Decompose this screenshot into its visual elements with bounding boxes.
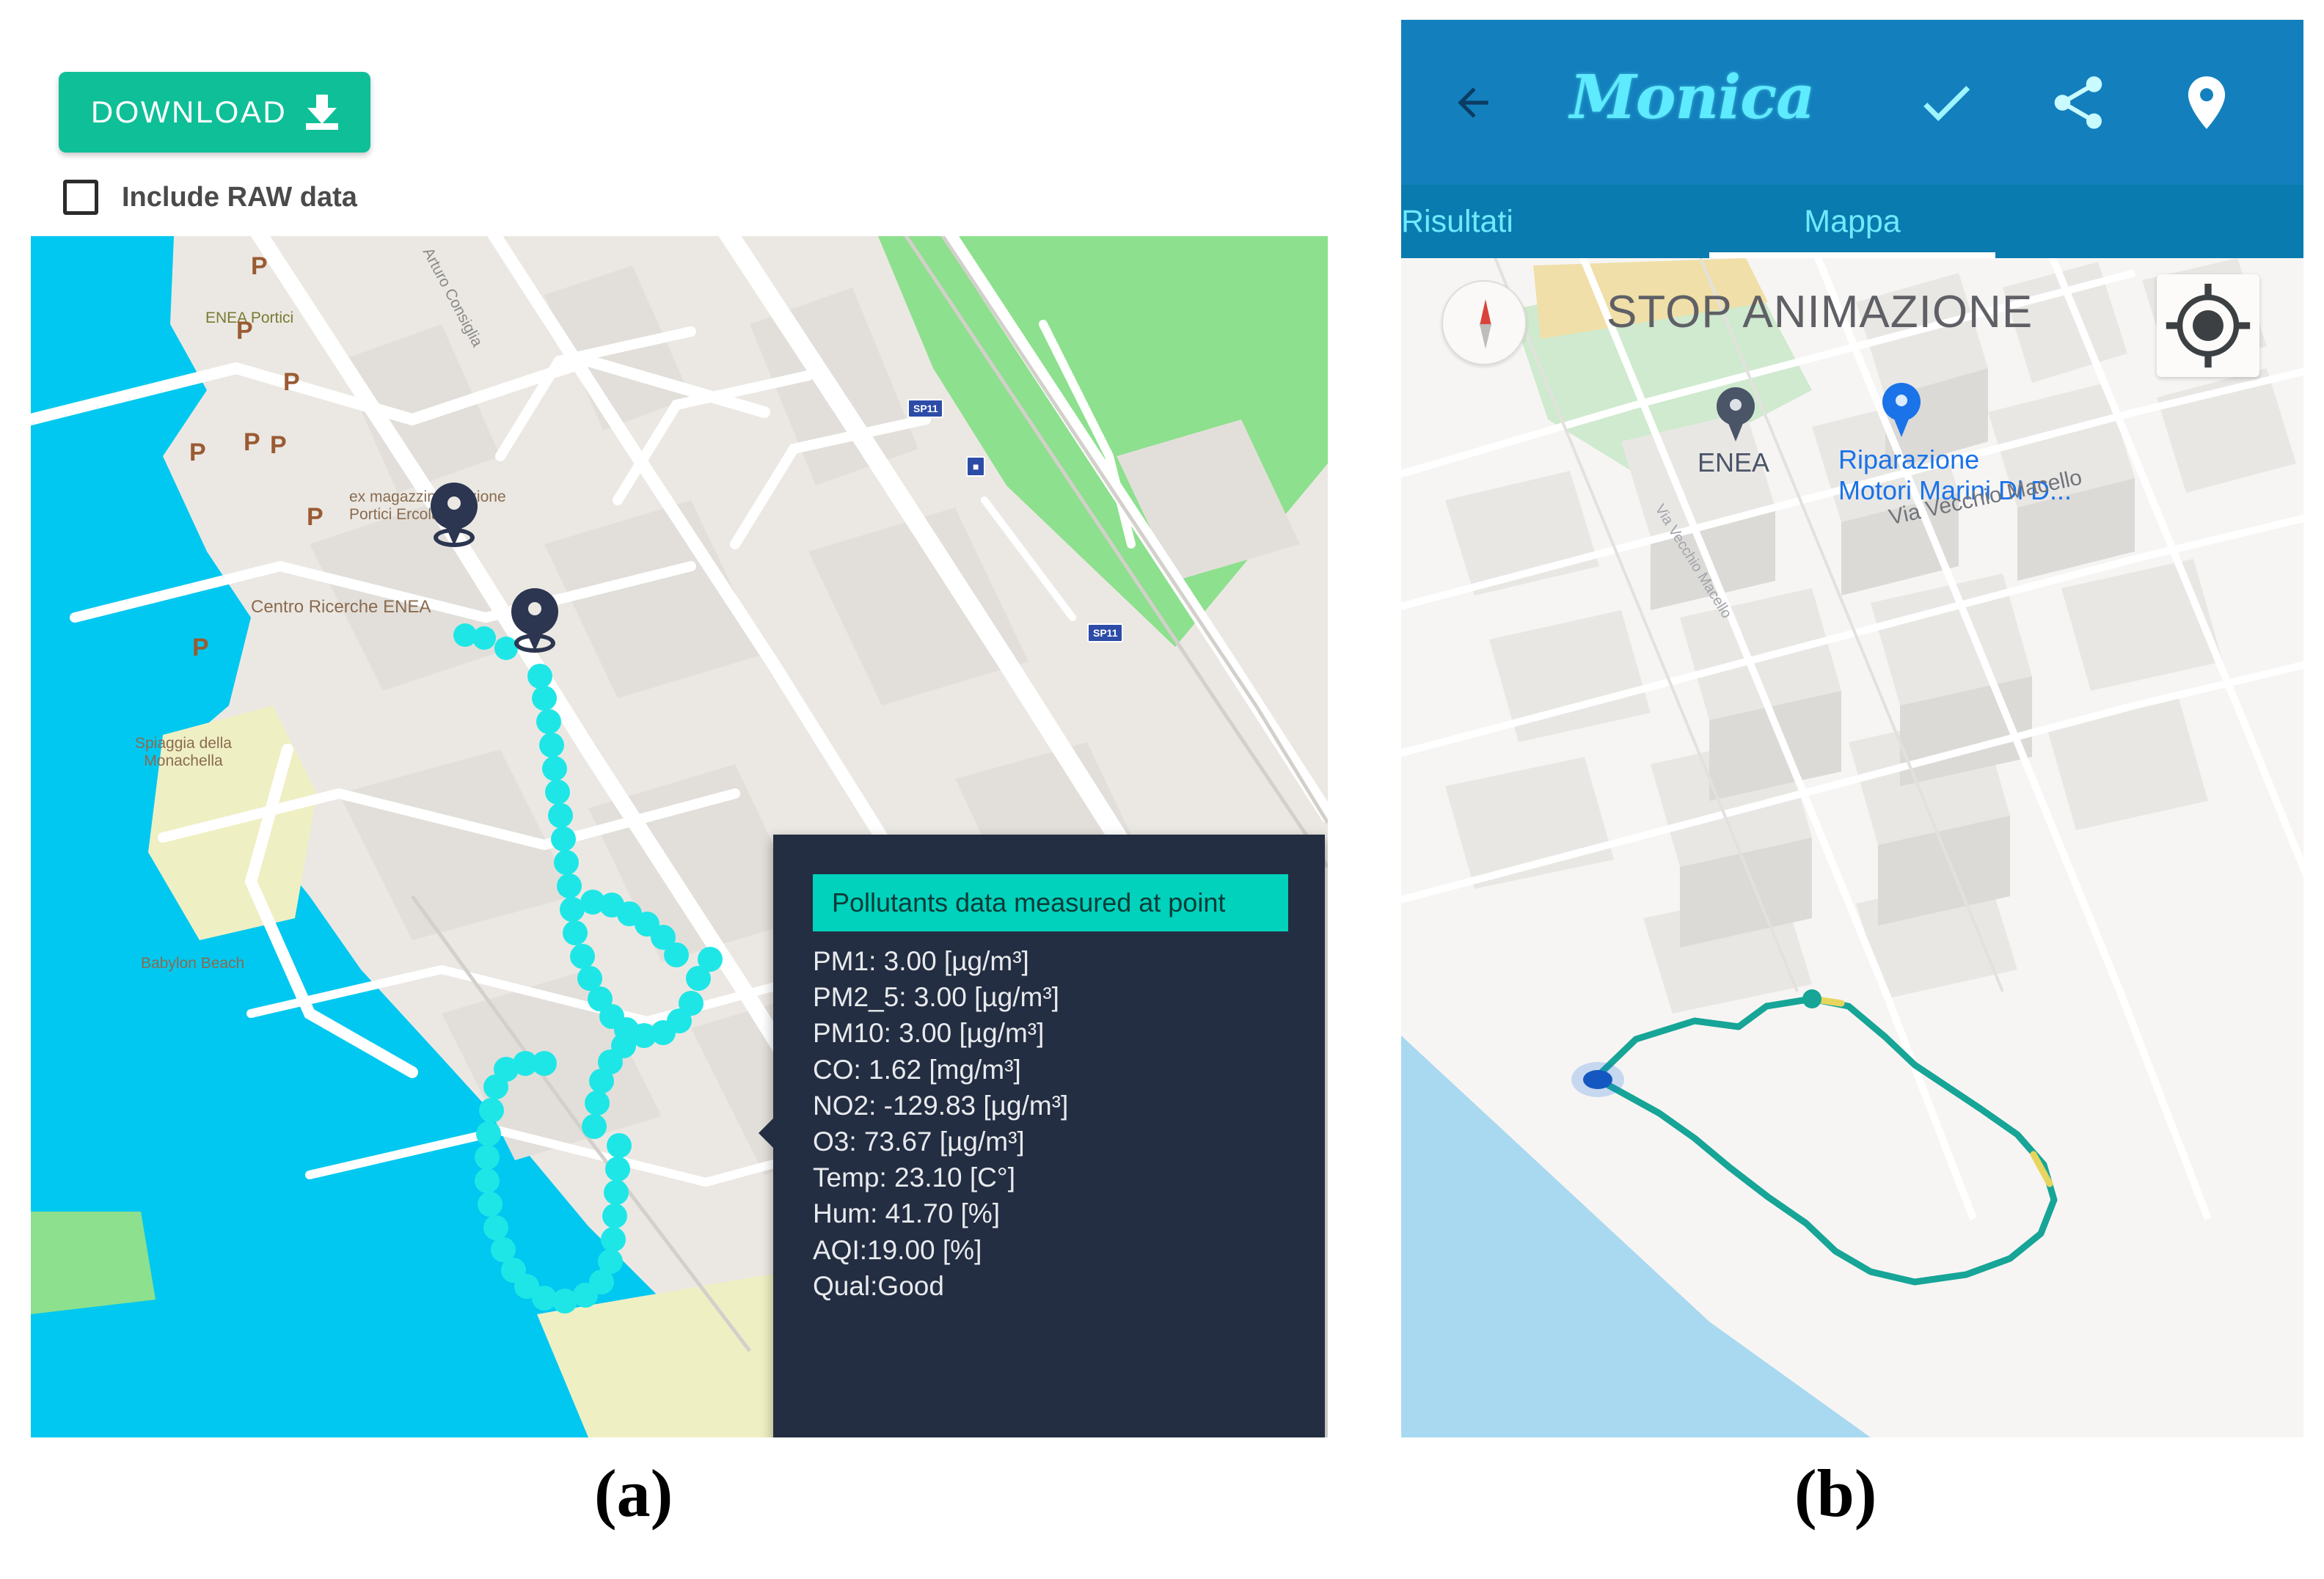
- bus-stop-icon: ■: [966, 456, 986, 477]
- tooltip-line-no2: NO2: -129.83 [µg/m³]: [813, 1090, 1069, 1121]
- parking-marker: P: [236, 317, 253, 345]
- pollutants-tooltip: Pollutants data measured at point PM1: 3…: [759, 835, 1325, 1437]
- app-bar: Monica: [1401, 20, 2303, 185]
- location-pin-icon[interactable]: [2175, 71, 2238, 134]
- tab-risultati[interactable]: Risultati: [1401, 185, 1621, 258]
- include-raw-data-checkbox[interactable]: [63, 180, 98, 215]
- tab-mappa[interactable]: Mappa: [1709, 185, 1995, 258]
- download-icon: [306, 95, 339, 130]
- parking-marker: P: [192, 634, 209, 662]
- caption-a: (a): [594, 1456, 673, 1531]
- app-bar-title: Monica: [1570, 62, 1815, 133]
- caption-b: (b): [1794, 1456, 1877, 1531]
- compass-icon[interactable]: [1441, 280, 1527, 365]
- tooltip-line-pm1: PM1: 3.00 [µg/m³]: [813, 946, 1029, 976]
- my-location-icon[interactable]: [2157, 274, 2259, 377]
- map-canvas-a[interactable]: ENEA Portici ex magazzino stazione Porti…: [31, 236, 1328, 1437]
- parking-marker: P: [251, 252, 268, 280]
- parking-marker: P: [283, 368, 300, 396]
- tab-risultati-label: Risultati: [1401, 203, 1513, 239]
- panel-a-toolbar: DOWNLOAD Include RAW data: [31, 44, 618, 215]
- map-pin-marker[interactable]: [431, 483, 478, 550]
- tooltip-line-qual: Qual:Good: [813, 1270, 944, 1301]
- tab-bar: Risultati Mappa: [1401, 185, 2303, 260]
- parking-marker: P: [270, 431, 287, 459]
- panel-a-web-app: DOWNLOAD Include RAW data ENEA Portici e…: [0, 0, 1342, 1459]
- road-shield-sp11: SP11: [1087, 623, 1124, 642]
- checkmark-icon[interactable]: [1915, 71, 1978, 134]
- map-marker-enea[interactable]: [1717, 387, 1755, 442]
- map-marker-riparazione[interactable]: [1882, 383, 1921, 437]
- road-shield-sp11: SP11: [907, 399, 944, 418]
- include-raw-data-row[interactable]: Include RAW data: [63, 180, 357, 215]
- share-icon[interactable]: [2047, 71, 2110, 134]
- map-canvas-b[interactable]: STOP ANIMAZIONE ENEA Riparazione Motori …: [1401, 258, 2303, 1437]
- my-location-glyph: [2166, 283, 2251, 368]
- parking-marker: P: [189, 439, 206, 466]
- tooltip-line-pm10: PM10: 3.00 [µg/m³]: [813, 1018, 1045, 1049]
- panel-b-mobile-app: Monica Risultati Mappa STOP ANIMAZIONE E…: [1401, 20, 2303, 1437]
- map-marker-enea-label: ENEA: [1698, 447, 1770, 477]
- map-b-vector: [1401, 258, 2303, 1437]
- map-pin-marker[interactable]: [511, 588, 558, 656]
- include-raw-data-label: Include RAW data: [122, 181, 357, 213]
- tooltip-line-o3: O3: 73.67 [µg/m³]: [813, 1126, 1025, 1157]
- tooltip-line-temp: Temp: 23.10 [C°]: [813, 1162, 1015, 1193]
- back-arrow-icon[interactable]: [1447, 80, 1499, 125]
- parking-marker: P: [307, 503, 324, 531]
- tooltip-line-hum: Hum: 41.70 [%]: [813, 1198, 1001, 1229]
- tooltip-line-co: CO: 1.62 [mg/m³]: [813, 1054, 1021, 1085]
- figure-root: DOWNLOAD Include RAW data ENEA Portici e…: [0, 0, 2324, 1579]
- pollutants-tooltip-title: Pollutants data measured at point: [813, 874, 1288, 931]
- parking-marker: P: [244, 428, 260, 456]
- stop-animation-label[interactable]: STOP ANIMAZIONE: [1607, 286, 2033, 338]
- tooltip-line-aqi: AQI:19.00 [%]: [813, 1234, 982, 1265]
- tab-mappa-label: Mappa: [1804, 203, 1901, 239]
- download-button[interactable]: DOWNLOAD: [59, 72, 370, 153]
- tooltip-line-pm25: PM2_5: 3.00 [µg/m³]: [813, 982, 1059, 1013]
- download-button-label: DOWNLOAD: [90, 95, 288, 129]
